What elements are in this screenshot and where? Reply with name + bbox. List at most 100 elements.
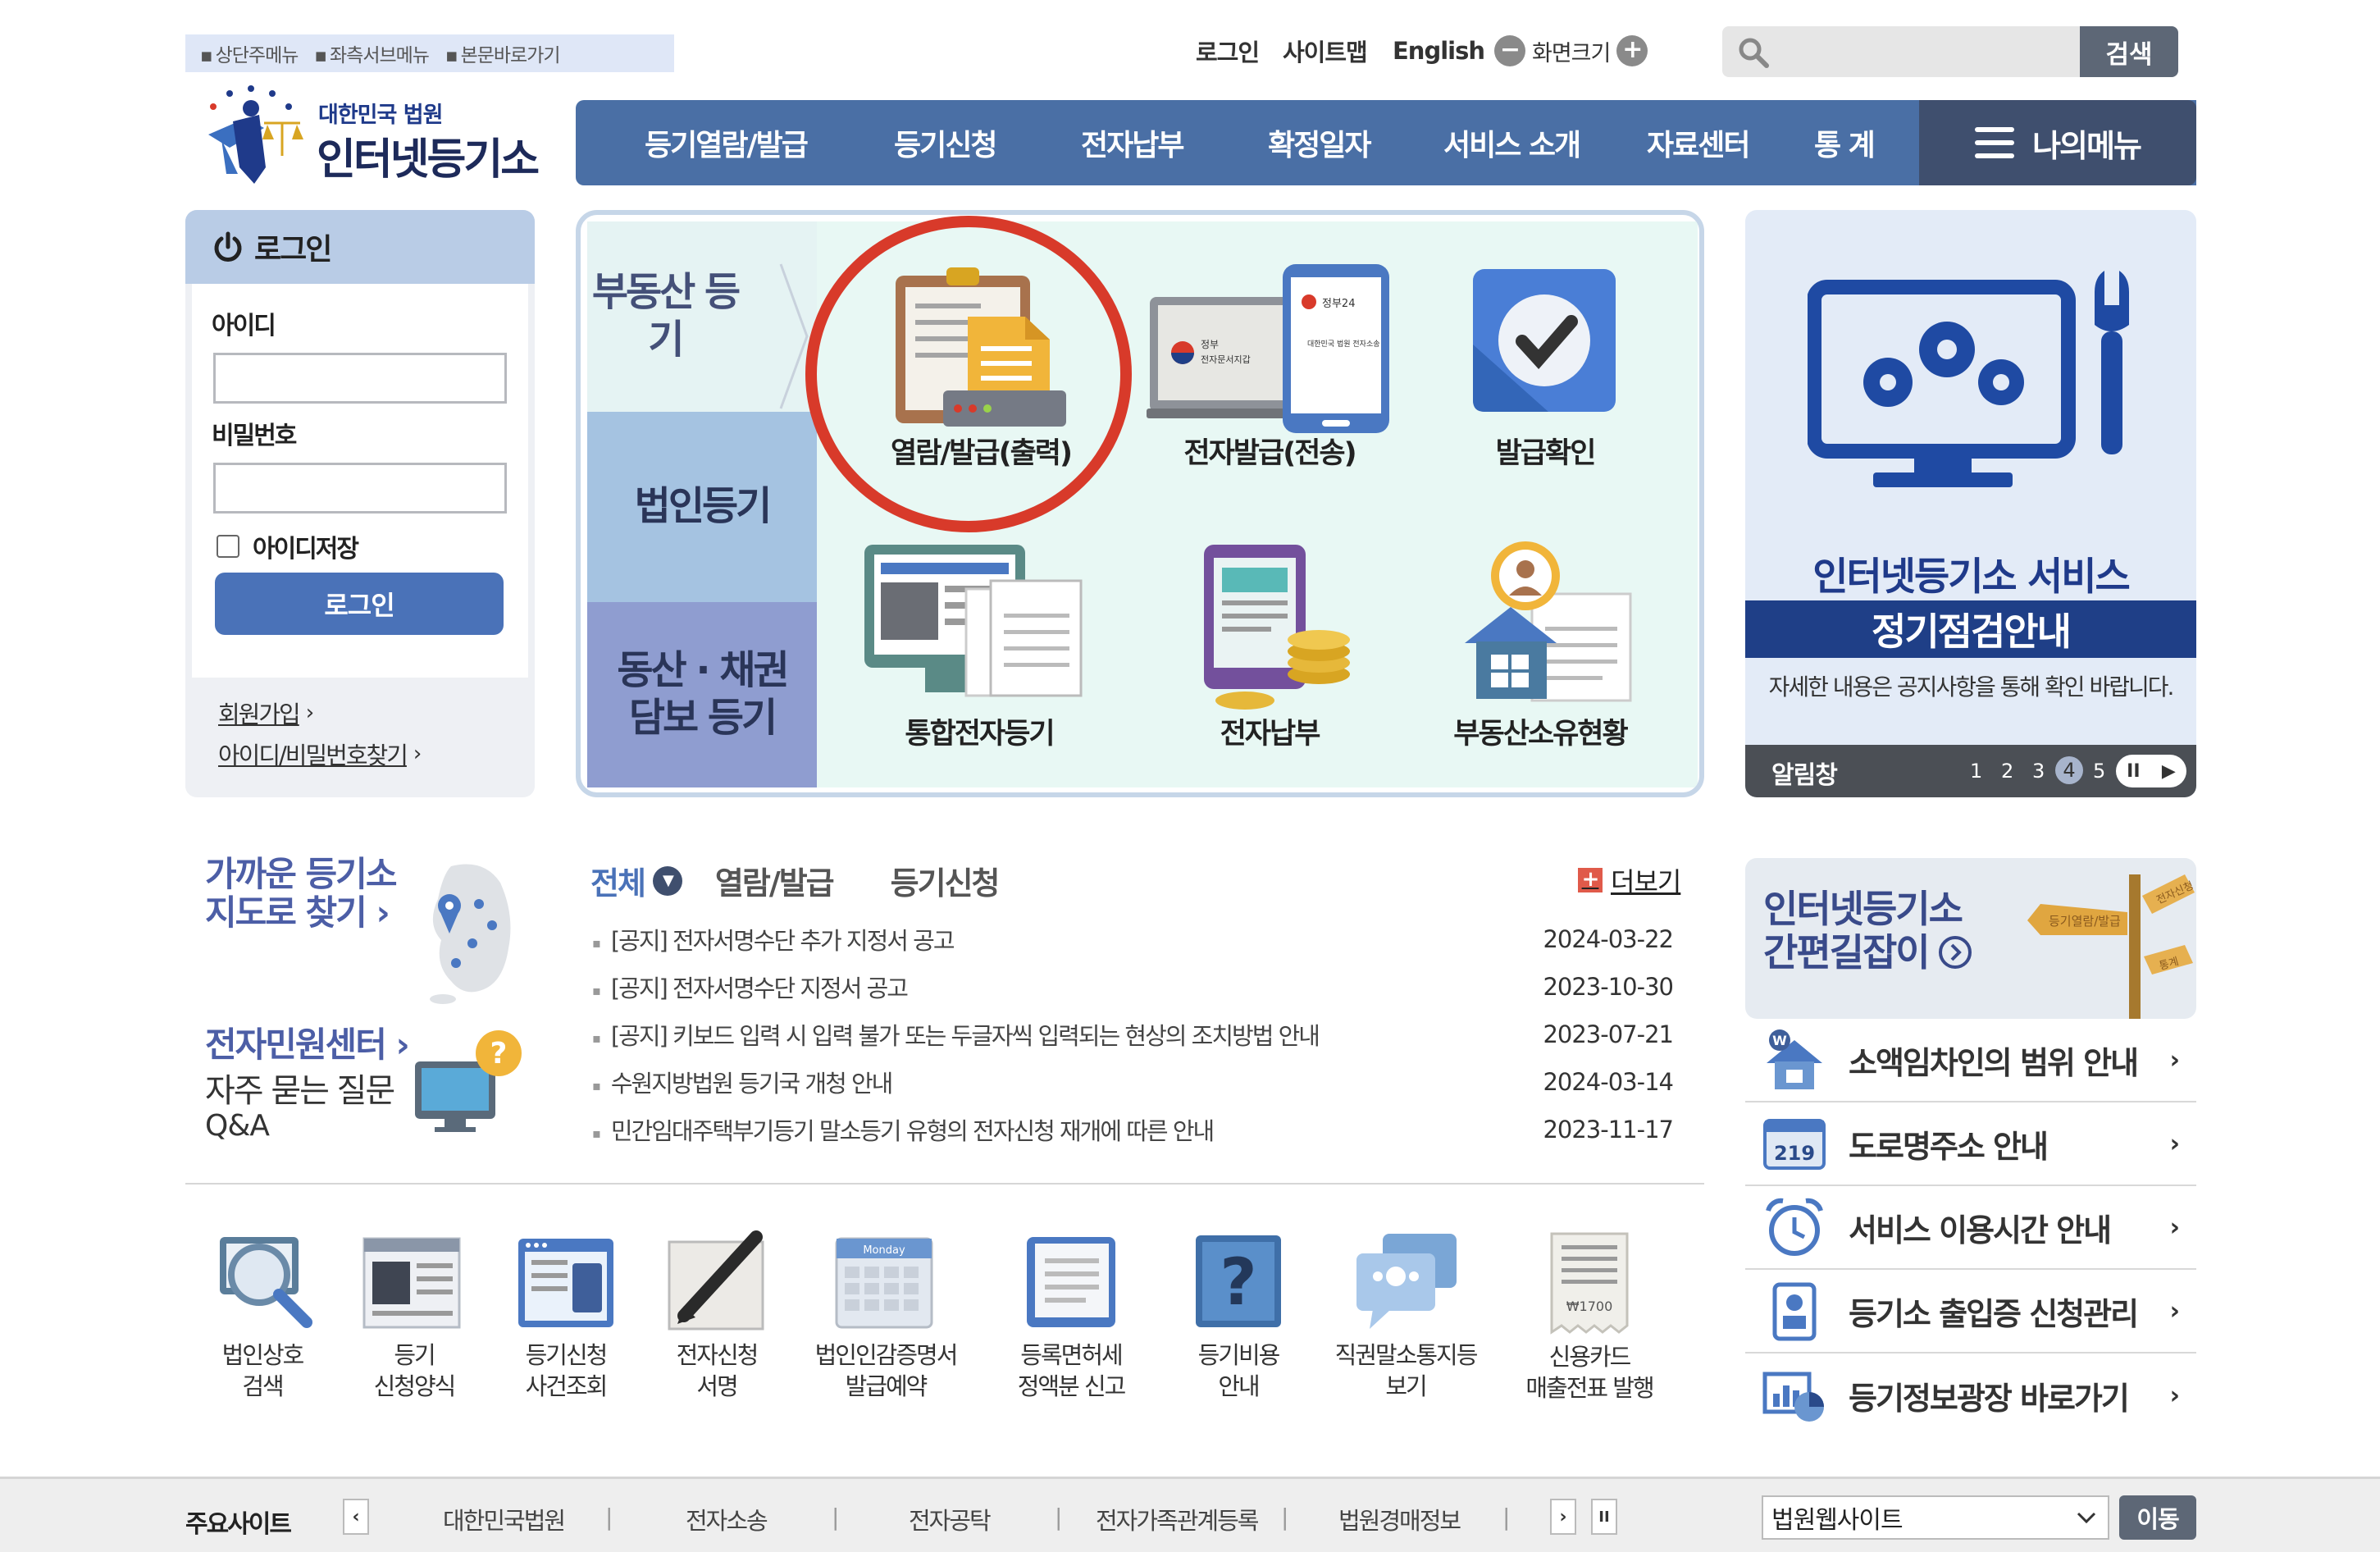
search-button[interactable]: 검색: [2080, 26, 2178, 77]
registry-service-panel: 부동산 등기 법인등기 동산 · 채권 담보 등기 열람/발급(출력) 정부 전…: [576, 210, 1704, 797]
e-civil-center-link[interactable]: 전자민원센터 ›: [205, 1017, 410, 1067]
service-e-payment-label[interactable]: 전자납부: [1138, 710, 1401, 752]
footer-pause-button[interactable]: II: [1591, 1499, 1617, 1535]
logo-title[interactable]: 인터넷등기소: [317, 125, 540, 186]
my-menu-button[interactable]: 나의메뉴: [1919, 100, 2196, 185]
skip-link-side-menu[interactable]: 좌측서브메뉴: [314, 39, 430, 67]
notice-row[interactable]: [공지] 키보드 입력 시 입력 불가 또는 두글자씩 입력되는 현상의 조치방…: [592, 1011, 1674, 1058]
util-english-link[interactable]: English: [1393, 31, 1485, 71]
service-e-issue-label[interactable]: 전자발급(전송): [1138, 430, 1401, 472]
receipt-icon[interactable]: ₩1700: [1547, 1230, 1632, 1335]
right-list-item-info-plaza[interactable]: 등기정보광장 바로가기 ›: [1745, 1353, 2196, 1437]
house-owner-icon[interactable]: [1458, 536, 1639, 709]
pause-icon[interactable]: II: [2127, 761, 2140, 782]
service-ownership-label[interactable]: 부동산소유현황: [1409, 710, 1671, 752]
icon-question-text: ?: [1220, 1246, 1256, 1320]
find-account-link[interactable]: 아이디/비밀번호찾기: [218, 737, 408, 771]
tab-all[interactable]: 전체 ▼: [590, 858, 682, 903]
notice-title[interactable]: [공지] 전자서명수단 추가 지정서 공고: [592, 922, 955, 956]
case-lookup-icon[interactable]: [515, 1235, 617, 1331]
footer-site-family[interactable]: 전자가족관계등록: [1096, 1502, 1259, 1536]
tab-view-issue[interactable]: 열람/발급: [715, 858, 835, 903]
save-id-label[interactable]: 아이디저장: [253, 528, 359, 564]
skip-link-content[interactable]: 본문바로가기: [445, 39, 561, 67]
footer-site-ecourt[interactable]: 전자소송: [686, 1502, 768, 1536]
find-registry-link[interactable]: 가까운 등기소 지도로 찾기 ›: [205, 855, 397, 932]
util-sitemap-link[interactable]: 사이트맵: [1283, 31, 1368, 71]
play-next-icon[interactable]: ▶: [2162, 761, 2176, 782]
password-input[interactable]: [213, 463, 507, 514]
nav-item-service-intro[interactable]: 서비스 소개: [1443, 121, 1581, 164]
footer-prev-button[interactable]: ‹: [343, 1499, 369, 1535]
service-view-issue-label[interactable]: 열람/발급(출력): [850, 430, 1112, 472]
notice-title[interactable]: [공지] 키보드 입력 시 입력 불가 또는 두글자씩 입력되는 현상의 조치방…: [592, 1017, 1320, 1052]
power-icon: [214, 231, 242, 262]
login-button[interactable]: 로그인: [215, 573, 504, 635]
nav-item-statistics[interactable]: 통 계: [1814, 121, 1876, 164]
qa-link[interactable]: Q&A: [205, 1109, 270, 1143]
nav-item-e-payment[interactable]: 전자납부: [1081, 121, 1184, 164]
footer-go-button[interactable]: 이동: [2119, 1495, 2196, 1540]
banner-page-3[interactable]: 3: [2032, 760, 2045, 783]
zoom-in-button[interactable]: +: [1616, 35, 1648, 66]
zoom-out-button[interactable]: −: [1494, 35, 1525, 66]
util-login-link[interactable]: 로그인: [1196, 31, 1260, 71]
maintenance-banner[interactable]: 인터넷등기소 서비스 정기점검안내 자세한 내용은 공지사항을 통해 확인 바랍…: [1745, 210, 2196, 797]
search-input[interactable]: [1722, 26, 2080, 77]
tablet-coins-icon[interactable]: [1196, 540, 1360, 712]
notice-row[interactable]: [공지] 전자서명수단 추가 지정서 공고 2024-03-22: [592, 915, 1674, 963]
check-verify-icon[interactable]: [1466, 262, 1622, 418]
quick-cancel-notice[interactable]: 직권말소통지등 보기: [1307, 1340, 1504, 1402]
quick-card-receipt[interactable]: 신용카드 매출전표 발행: [1491, 1342, 1688, 1404]
banner-page-4-active[interactable]: 4: [2055, 756, 2083, 784]
nav-item-data-center[interactable]: 자료센터: [1647, 121, 1750, 164]
service-verify-label[interactable]: 발급확인: [1414, 430, 1676, 472]
faq-link[interactable]: 자주 묻는 질문: [205, 1075, 395, 1107]
service-integrated-label[interactable]: 통합전자등기: [848, 710, 1110, 752]
tab-real-estate[interactable]: 부동산 등기: [587, 221, 817, 412]
nav-item-view-issue[interactable]: 등기열람/발급: [645, 121, 809, 164]
question-tablet-icon[interactable]: ?: [1191, 1232, 1286, 1331]
tab-corporate[interactable]: 법인등기: [587, 412, 817, 602]
notice-popup-label[interactable]: 알림창: [1771, 755, 1838, 791]
tab-movable[interactable]: 동산 · 채권 담보 등기: [587, 602, 817, 787]
court-logo-icon[interactable]: [197, 82, 308, 189]
notice-title[interactable]: [공지] 전자서명수단 지정서 공고: [592, 970, 909, 1004]
nav-item-apply[interactable]: 등기신청: [894, 121, 997, 164]
calendar-icon[interactable]: Monday: [833, 1235, 935, 1331]
footer-next-button[interactable]: ›: [1550, 1499, 1576, 1535]
id-input[interactable]: [213, 353, 507, 404]
banner-page-1[interactable]: 1: [1970, 760, 1982, 783]
banner-page-5[interactable]: 5: [2093, 760, 2105, 783]
notice-row[interactable]: 수원지방법원 등기국 개청 안내 2024-03-14: [592, 1058, 1674, 1106]
magnifier-icon[interactable]: [215, 1230, 317, 1332]
phone-text-2: 대한민국 법원 전자소송: [1307, 340, 1380, 349]
quick-e-sign[interactable]: 전자신청 서명: [618, 1340, 815, 1402]
right-list-item-service-hours[interactable]: 서비스 이용시간 안내 ›: [1745, 1186, 2196, 1270]
more-link[interactable]: + 더보기: [1578, 861, 1681, 899]
save-id-checkbox[interactable]: [217, 535, 239, 558]
book-icon[interactable]: [1020, 1234, 1122, 1332]
join-link[interactable]: 회원가입: [218, 696, 301, 730]
footer-site-auction[interactable]: 법원경매정보: [1338, 1502, 1461, 1536]
notice-title[interactable]: 수원지방법원 등기국 개청 안내: [592, 1065, 894, 1099]
quick-seal-reserve[interactable]: 법인인감증명서 발급예약: [787, 1340, 984, 1402]
notice-row[interactable]: 민간임대주택부기등기 말소등기 유형의 전자신청 재개에 따른 안내 2023-1…: [592, 1106, 1674, 1153]
form-document-icon[interactable]: [361, 1235, 463, 1331]
right-list-item-access-card[interactable]: 등기소 출입증 신청관리 ›: [1745, 1270, 2196, 1353]
speech-bubble-icon[interactable]: [1353, 1230, 1460, 1332]
footer-site-court[interactable]: 대한민국법원: [443, 1502, 566, 1536]
right-list-item-road-address[interactable]: 219 도로명주소 안내 ›: [1745, 1102, 2196, 1186]
nav-item-confirm-date[interactable]: 확정일자: [1268, 121, 1371, 164]
tab-registry-apply[interactable]: 등기신청: [891, 858, 1001, 903]
monitor-documents-icon[interactable]: [859, 540, 1089, 712]
skip-link-top-menu[interactable]: 상단주메뉴: [200, 39, 299, 67]
footer-site-select[interactable]: 법원웹사이트: [1762, 1495, 2109, 1540]
footer-site-deposit[interactable]: 전자공탁: [909, 1502, 992, 1536]
notice-title[interactable]: 민간임대주택부기등기 말소등기 유형의 전자신청 재개에 따른 안내: [592, 1112, 1215, 1147]
notice-row[interactable]: [공지] 전자서명수단 지정서 공고 2023-10-30: [592, 963, 1674, 1011]
right-list-item-tenant[interactable]: W 소액임차인의 범위 안내 ›: [1745, 1019, 2196, 1102]
easy-guide-banner[interactable]: 인터넷등기소 간편길잡이 등기열람/발급 전자신청 통계: [1745, 858, 2196, 1019]
pen-sign-icon[interactable]: [666, 1230, 768, 1332]
banner-page-2[interactable]: 2: [2001, 760, 2013, 783]
